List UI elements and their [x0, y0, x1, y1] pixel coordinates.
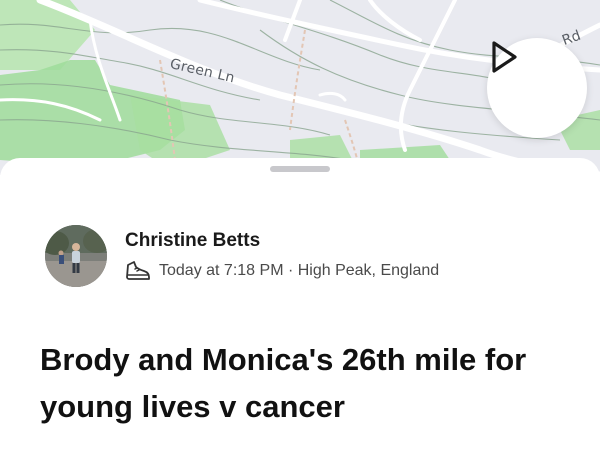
activity-time-location: Today at 7:18 PM · High Peak, England	[159, 262, 440, 279]
activity-title: Brody and Monica's 26th mile for young l…	[40, 342, 527, 424]
athlete-avatar[interactable]	[45, 225, 107, 287]
sheet-drag-handle[interactable]	[270, 166, 330, 172]
athlete-name[interactable]: Christine Betts	[125, 230, 260, 252]
route-map[interactable]: Green Ln Rd	[0, 0, 600, 175]
map-park-area	[0, 0, 95, 70]
play-flyover-button[interactable]	[487, 38, 587, 138]
play-icon	[492, 41, 517, 73]
activity-sheet: Christine Betts Today at 7:18 PM · High …	[0, 158, 600, 450]
running-shoe-icon	[126, 261, 150, 280]
activity-meta-row: Today at 7:18 PM · High Peak, England	[125, 259, 439, 283]
avatar-photo	[45, 225, 107, 287]
